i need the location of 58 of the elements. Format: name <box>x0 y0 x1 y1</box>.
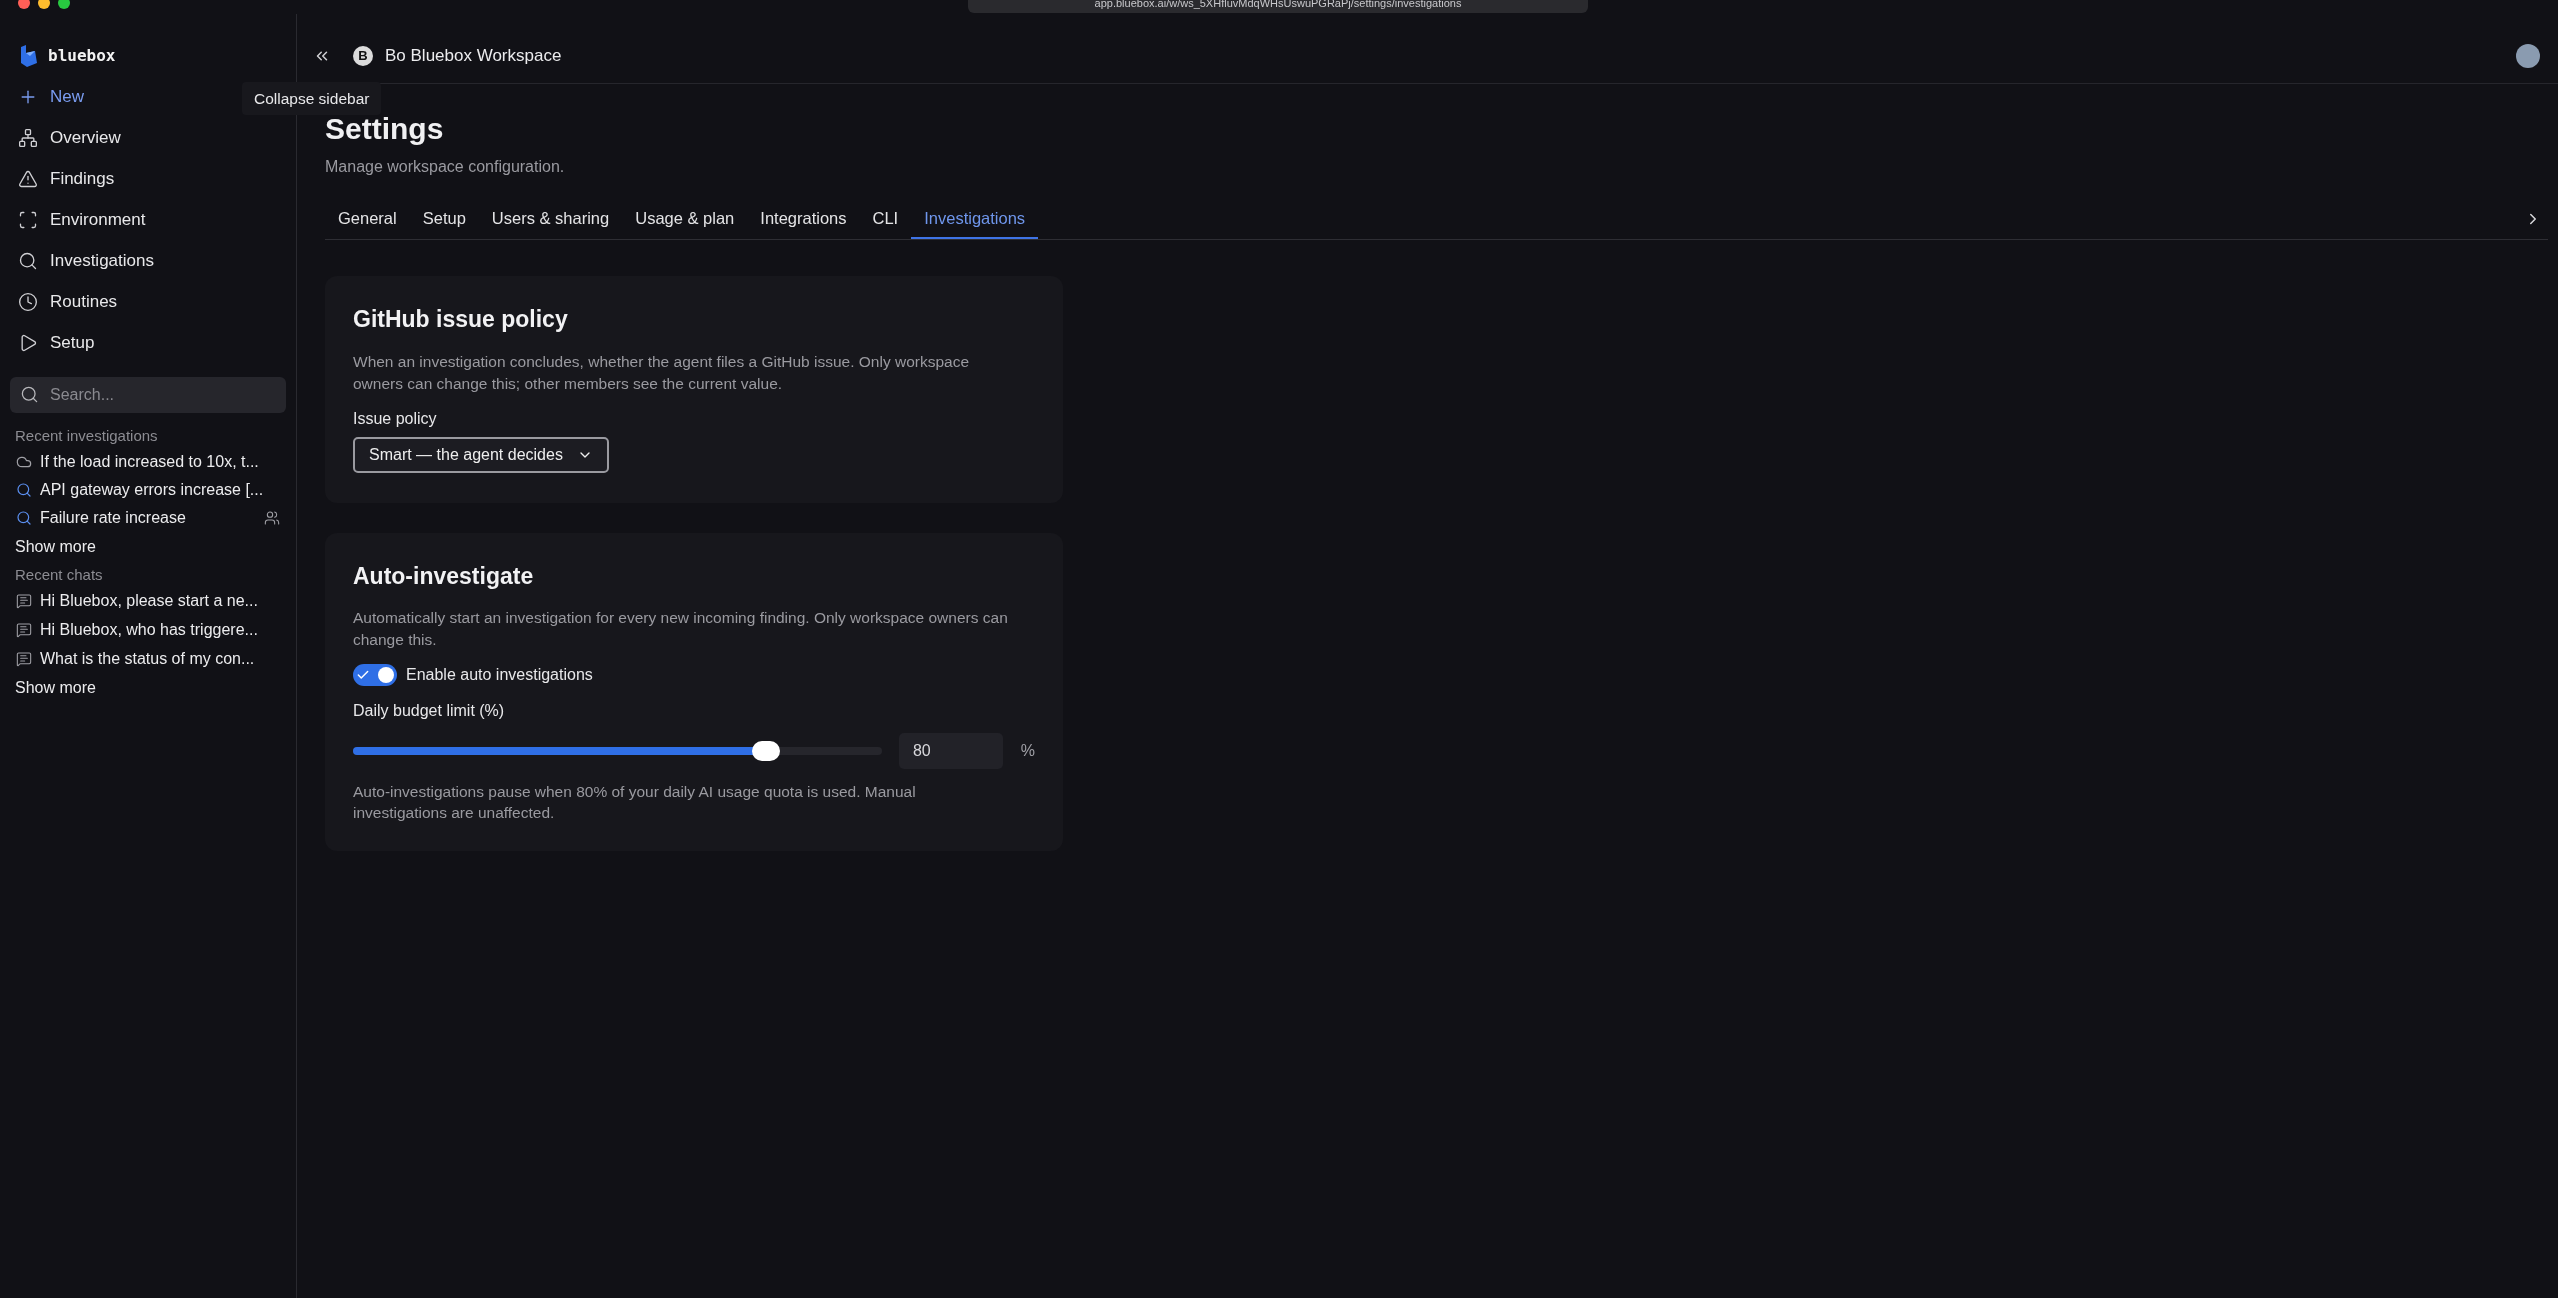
tooltip: Collapse sidebar <box>242 82 382 116</box>
chat-icon <box>16 592 32 609</box>
toggle-knob <box>378 667 394 683</box>
settings-tab[interactable]: Investigations <box>911 199 1039 239</box>
recent-chat[interactable]: Hi Bluebox, please start a ne... <box>10 586 286 615</box>
settings-tab[interactable]: General <box>325 199 410 239</box>
card-description: When an investigation concludes, whether the agent files a GitHub issue. Only workspace owners can change this; other members see the current value. <box>353 351 971 394</box>
nav-item[interactable]: Overview <box>10 117 286 158</box>
budget-input[interactable]: 80 <box>898 733 1003 769</box>
card-title: GitHub issue policy <box>353 305 569 334</box>
user-avatar[interactable] <box>2516 43 2540 68</box>
search-icon <box>16 481 32 498</box>
nav-item[interactable]: Investigations <box>10 240 286 281</box>
recent-chat[interactable]: What is the status of my con... <box>10 644 286 673</box>
settings-tab[interactable]: Setup <box>409 199 479 239</box>
search-field[interactable]: Search... <box>10 377 286 413</box>
field-label: Daily budget limit (%) <box>353 701 506 721</box>
chat-icon <box>16 650 32 667</box>
nav-item[interactable]: Routines <box>10 281 286 322</box>
nav-item[interactable]: Findings <box>10 158 286 199</box>
recent-investigation[interactable]: API gateway errors increase [... <box>10 475 286 504</box>
recent-chat[interactable]: Hi Bluebox, who has triggere... <box>10 615 286 644</box>
settings-tab[interactable]: Usage & plan <box>622 199 748 239</box>
percent-unit: % <box>1020 741 1035 761</box>
search-icon <box>20 385 39 404</box>
recent-investigation[interactable]: Failure rate increase <box>10 503 286 532</box>
toggle-label: Enable auto investigations <box>406 665 593 685</box>
settings-tab[interactable]: CLI <box>859 199 912 239</box>
nav-item[interactable]: Setup <box>10 322 286 363</box>
issue-policy-select[interactable]: Smart — the agent decides <box>353 436 609 473</box>
address-bar[interactable]: app.bluebox.ai/w/ws_5XHfluvMdqWHsUswuPGRaPj/settings/investigations <box>968 0 1588 13</box>
search-icon <box>16 509 32 526</box>
workspace-avatar: B <box>353 45 373 66</box>
show-more-link[interactable]: Show more <box>10 673 286 703</box>
settings-tab[interactable]: Integrations <box>747 199 860 239</box>
brand-name: bluebox <box>48 45 116 67</box>
search-icon <box>18 250 38 271</box>
budget-note: Auto-investigations pause when 80% of your daily AI usage quota is used. Manual investigations are unaffected. <box>353 782 917 823</box>
workspace-name: Bo Bluebox Workspace <box>385 44 562 67</box>
section-heading: Recent chats <box>14 564 104 585</box>
logo-icon <box>18 45 38 67</box>
toggle-switch[interactable] <box>353 664 397 686</box>
clock-icon <box>18 291 38 312</box>
slider-thumb[interactable] <box>751 741 780 761</box>
card-title: Auto-investigate <box>353 561 535 591</box>
check-icon <box>356 668 370 682</box>
scan-icon <box>18 209 38 230</box>
warning-icon <box>18 168 38 189</box>
card-description: Automatically start an investigation for every new incoming finding. Only workspace owners can change this. <box>353 608 1009 650</box>
recent-investigation[interactable]: If the load increased to 10x, t... <box>10 447 286 476</box>
show-more-link[interactable]: Show more <box>10 531 286 562</box>
nav-item[interactable]: Environment <box>10 199 286 240</box>
page-subtitle: Manage workspace configuration. <box>325 157 566 177</box>
field-label: Issue policy <box>353 408 438 429</box>
settings-tab[interactable]: Users & sharing <box>478 199 623 239</box>
nodes-icon <box>18 127 38 148</box>
chat-icon <box>16 621 32 638</box>
section-heading: Recent investigations <box>14 426 159 446</box>
